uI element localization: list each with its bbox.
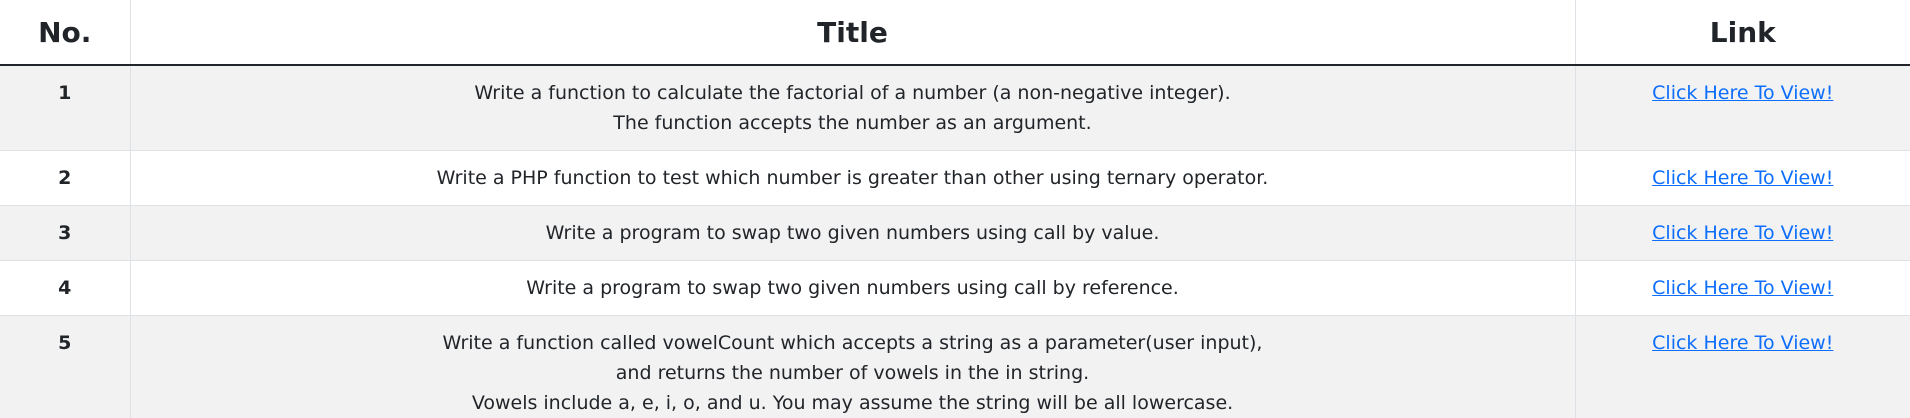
row-number: 1 (0, 65, 131, 151)
view-link[interactable]: Click Here To View! (1652, 167, 1833, 189)
title-line: Write a program to swap two given number… (526, 277, 1179, 299)
row-title: Write a function to calculate the factor… (130, 65, 1576, 151)
title-line: and returns the number of vowels in the … (615, 362, 1090, 384)
exercise-table: No. Title Link 1 Write a function to cal… (0, 0, 1910, 418)
row-number: 3 (0, 205, 131, 261)
title-line: Write a PHP function to test which numbe… (436, 167, 1269, 189)
row-number: 5 (0, 315, 131, 418)
title-line: The function accepts the number as an ar… (613, 112, 1092, 134)
row-link-cell: Click Here To View! (1575, 315, 1910, 418)
row-title: Write a program to swap two given number… (130, 205, 1576, 261)
table-head: No. Title Link (0, 0, 1910, 66)
row-title: Write a function called vowelCount which… (130, 315, 1576, 418)
title-line: Vowels include a, e, i, o, and u. You ma… (471, 392, 1234, 414)
row-link-cell: Click Here To View! (1575, 65, 1910, 151)
title-line: Write a program to swap two given number… (545, 222, 1160, 244)
title-line: Write a function called vowelCount which… (442, 332, 1263, 354)
row-link-cell: Click Here To View! (1575, 205, 1910, 261)
row-title: Write a program to swap two given number… (130, 260, 1576, 316)
row-number: 2 (0, 150, 131, 206)
table-body: 1 Write a function to calculate the fact… (0, 65, 1910, 418)
table-row: 4 Write a program to swap two given numb… (0, 260, 1910, 316)
table-row: 5 Write a function called vowelCount whi… (0, 315, 1910, 418)
view-link[interactable]: Click Here To View! (1652, 332, 1833, 354)
header-title: Title (130, 0, 1576, 66)
view-link[interactable]: Click Here To View! (1652, 82, 1833, 104)
table-row: 3 Write a program to swap two given numb… (0, 205, 1910, 261)
view-link[interactable]: Click Here To View! (1652, 222, 1833, 244)
row-link-cell: Click Here To View! (1575, 260, 1910, 316)
header-link: Link (1575, 0, 1910, 66)
title-line: Write a function to calculate the factor… (474, 82, 1231, 104)
row-link-cell: Click Here To View! (1575, 150, 1910, 206)
header-row: No. Title Link (0, 0, 1910, 66)
view-link[interactable]: Click Here To View! (1652, 277, 1833, 299)
table-row: 1 Write a function to calculate the fact… (0, 65, 1910, 151)
row-number: 4 (0, 260, 131, 316)
row-title: Write a PHP function to test which numbe… (130, 150, 1576, 206)
header-no: No. (0, 0, 131, 66)
table-row: 2 Write a PHP function to test which num… (0, 150, 1910, 206)
